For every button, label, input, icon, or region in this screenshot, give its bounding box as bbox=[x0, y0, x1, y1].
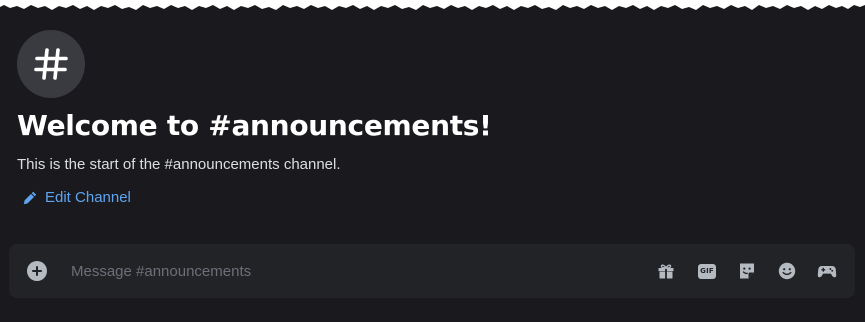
sticker-icon[interactable] bbox=[737, 261, 757, 281]
welcome-subtitle: This is the start of the #announcements … bbox=[17, 156, 341, 173]
gif-label: GIF bbox=[698, 263, 716, 279]
pencil-icon bbox=[23, 191, 37, 204]
plus-circle-icon[interactable] bbox=[27, 261, 47, 281]
emoji-glyph bbox=[778, 262, 796, 280]
channel-hashtag-avatar bbox=[17, 30, 85, 98]
torn-paper-edge bbox=[0, 0, 865, 10]
channel-view: Welcome to #announcements! This is the s… bbox=[0, 0, 865, 322]
gamepad-glyph bbox=[817, 266, 837, 278]
gift-glyph bbox=[658, 264, 674, 279]
welcome-title: Welcome to #announcements! bbox=[17, 109, 492, 142]
emoji-icon[interactable] bbox=[777, 261, 797, 281]
gift-icon[interactable] bbox=[656, 261, 676, 281]
apps-icon[interactable] bbox=[817, 261, 837, 281]
message-input[interactable] bbox=[71, 256, 631, 286]
gif-icon[interactable]: GIF bbox=[697, 261, 717, 281]
sticker-glyph bbox=[740, 263, 754, 279]
plus-glyph bbox=[32, 266, 42, 276]
hashtag-icon bbox=[34, 48, 68, 80]
edit-channel-label: Edit Channel bbox=[45, 189, 131, 206]
edit-channel-button[interactable]: Edit Channel bbox=[23, 189, 131, 206]
message-composer: GIF bbox=[9, 244, 855, 298]
